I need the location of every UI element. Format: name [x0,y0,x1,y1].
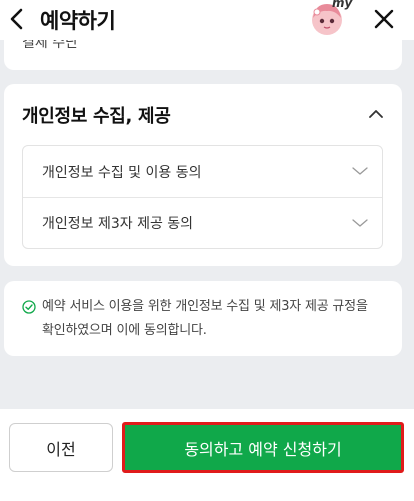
consent-item-label: 개인정보 제3자 제공 동의 [42,216,194,232]
payment-card-partial: 결제 수단 [4,40,402,70]
chevron-down-icon [352,215,368,231]
chevron-up-icon [369,110,383,118]
close-icon [374,9,394,29]
close-button[interactable] [370,6,398,32]
previous-button[interactable]: 이전 [9,423,113,472]
avatar[interactable]: my [309,0,353,38]
back-button[interactable] [4,6,30,32]
privacy-consent-card: 개인정보 수집, 제공 개인정보 수집 및 이용 동의 개인정보 제3자 제공 … [4,84,402,266]
chevron-left-icon [10,8,23,30]
agree-and-reserve-button[interactable]: 동의하고 예약 신청하기 [122,422,404,473]
check-circle-icon [22,300,36,314]
consent-accordion: 개인정보 수집 및 이용 동의 개인정보 제3자 제공 동의 [22,145,383,249]
consent-item-label: 개인정보 수집 및 이용 동의 [42,164,202,181]
app-header: 예약하기 my [0,0,414,40]
bottom-action-bar: 이전 동의하고 예약 신청하기 [0,409,414,501]
privacy-section-title: 개인정보 수집, 제공 [22,106,171,127]
consent-item-collection[interactable]: 개인정보 수집 및 이용 동의 [23,146,382,197]
privacy-collapse-toggle[interactable] [366,104,386,124]
agreement-notice-card: 예약 서비스 이용을 위한 개인정보 수집 및 제3자 제공 규정을 확인하였으… [4,281,402,356]
page-title: 예약하기 [40,9,116,33]
avatar-badge: my [332,0,353,10]
partial-section-label: 결제 수단 [22,40,78,51]
chevron-down-icon [352,163,368,179]
reservation-screen: 예약하기 my 결제 수단 개인정보 수집, 제공 개인정보 수집 및 이용 동… [0,0,414,501]
consent-item-third-party[interactable]: 개인정보 제3자 제공 동의 [23,197,382,248]
agreement-text: 예약 서비스 이용을 위한 개인정보 수집 및 제3자 제공 규정을 확인하였으… [42,299,368,338]
